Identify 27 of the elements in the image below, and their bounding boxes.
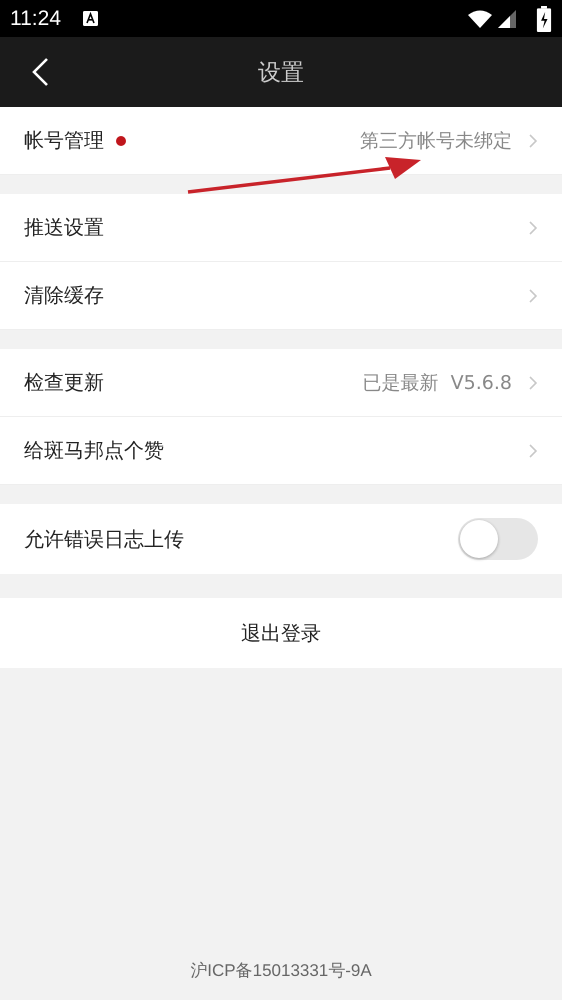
toggle-switch[interactable] bbox=[458, 518, 538, 560]
wifi-icon bbox=[468, 10, 492, 28]
row-value: 已是最新 V5.6.8 bbox=[362, 370, 512, 396]
status-time: 11:24 bbox=[10, 6, 61, 30]
settings-row[interactable]: 清除缓存 bbox=[0, 262, 562, 330]
chevron-icon bbox=[528, 288, 538, 304]
row-label: 允许错误日志上传 bbox=[24, 526, 184, 552]
row-label: 清除缓存 bbox=[24, 282, 104, 309]
chevron-icon bbox=[528, 132, 538, 148]
row-label: 给斑马邦点个赞 bbox=[24, 437, 164, 464]
chevron-icon bbox=[528, 374, 538, 390]
battery-icon bbox=[536, 6, 552, 32]
logout-button[interactable]: 退出登录 bbox=[0, 598, 562, 668]
settings-row[interactable]: 推送设置 bbox=[0, 194, 562, 262]
chevron-icon bbox=[528, 220, 538, 236]
notification-icon bbox=[83, 11, 98, 26]
signal-icon bbox=[498, 10, 516, 28]
row-label: 帐号管理 bbox=[24, 127, 104, 154]
row-label: 检查更新 bbox=[24, 369, 104, 396]
footer-text: 沪ICP备15013331号-9A bbox=[189, 960, 373, 982]
chevron-icon bbox=[528, 442, 538, 458]
settings-row[interactable]: 检查更新 已是最新 V5.6.8 bbox=[0, 349, 562, 417]
page-title: 设置 bbox=[258, 58, 304, 88]
settings-row[interactable]: 给斑马邦点个赞 bbox=[0, 417, 562, 485]
row-label: 推送设置 bbox=[24, 214, 104, 241]
row-value: 第三方帐号未绑定 bbox=[360, 128, 512, 154]
settings-row[interactable]: 允许错误日志上传 bbox=[0, 504, 562, 574]
